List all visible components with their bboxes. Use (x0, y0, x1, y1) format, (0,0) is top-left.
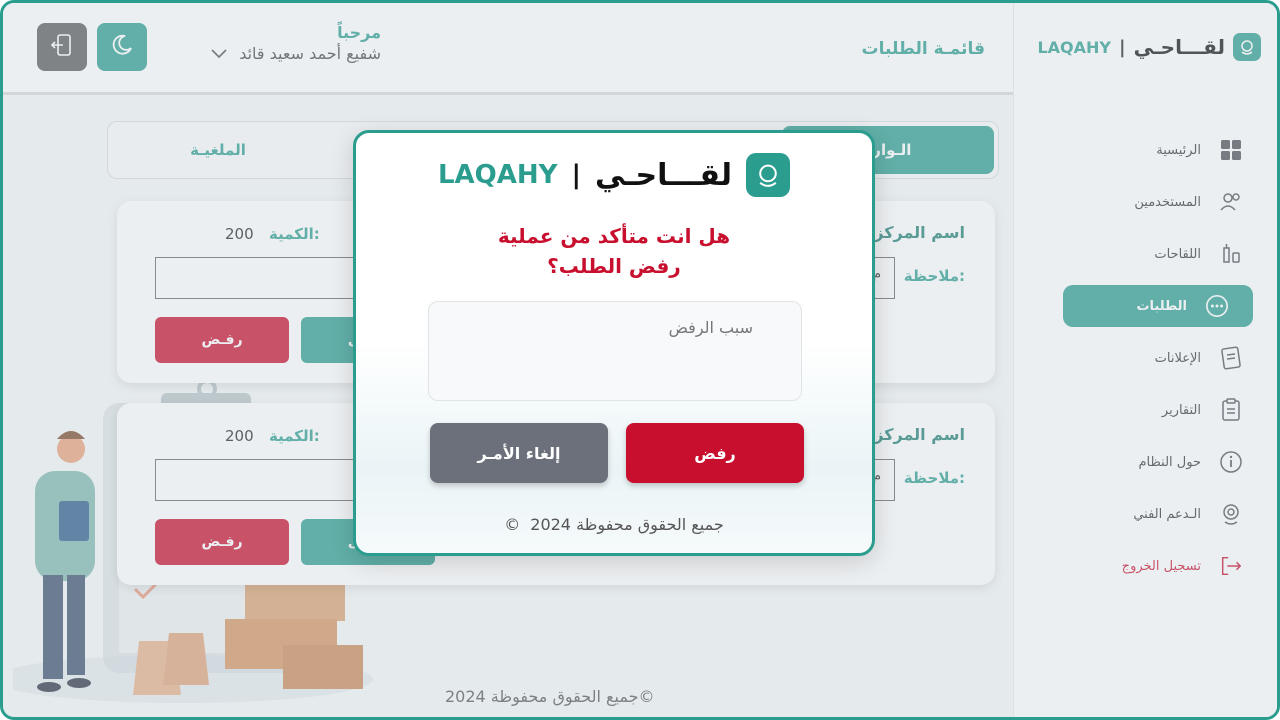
dialog-question: هل انت متأكد من عملية رفض الطلب؟ (416, 221, 812, 281)
confirm-reject-button[interactable]: رفض (626, 423, 804, 483)
brand-arabic: لقـــاحـي (594, 157, 733, 193)
reject-reason-input[interactable] (428, 301, 802, 401)
reject-confirm-dialog: LAQAHY | لقـــاحـي هل انت متأكد من عملية… (353, 130, 875, 556)
footer-text: جميع الحقوق محفوظة 2024 (530, 515, 724, 534)
cancel-button[interactable]: إلغاء الأمـر (430, 423, 608, 483)
dialog-brand-logo: LAQAHY | لقـــاحـي (356, 153, 872, 197)
dialog-footer: © جميع الحقوق محفوظة 2024 (356, 515, 872, 534)
brand-latin: LAQAHY (437, 160, 558, 190)
app-window: قائمـة الطلبات مرحباً شفيع أحمد سعيد قائ… (0, 0, 1280, 720)
baby-logo-icon (746, 153, 791, 197)
question-line-2: رفض الطلب؟ (547, 254, 681, 278)
brand-separator: | (571, 160, 581, 190)
copyright-icon: © (504, 515, 521, 534)
question-line-1: هل انت متأكد من عملية (497, 224, 731, 248)
